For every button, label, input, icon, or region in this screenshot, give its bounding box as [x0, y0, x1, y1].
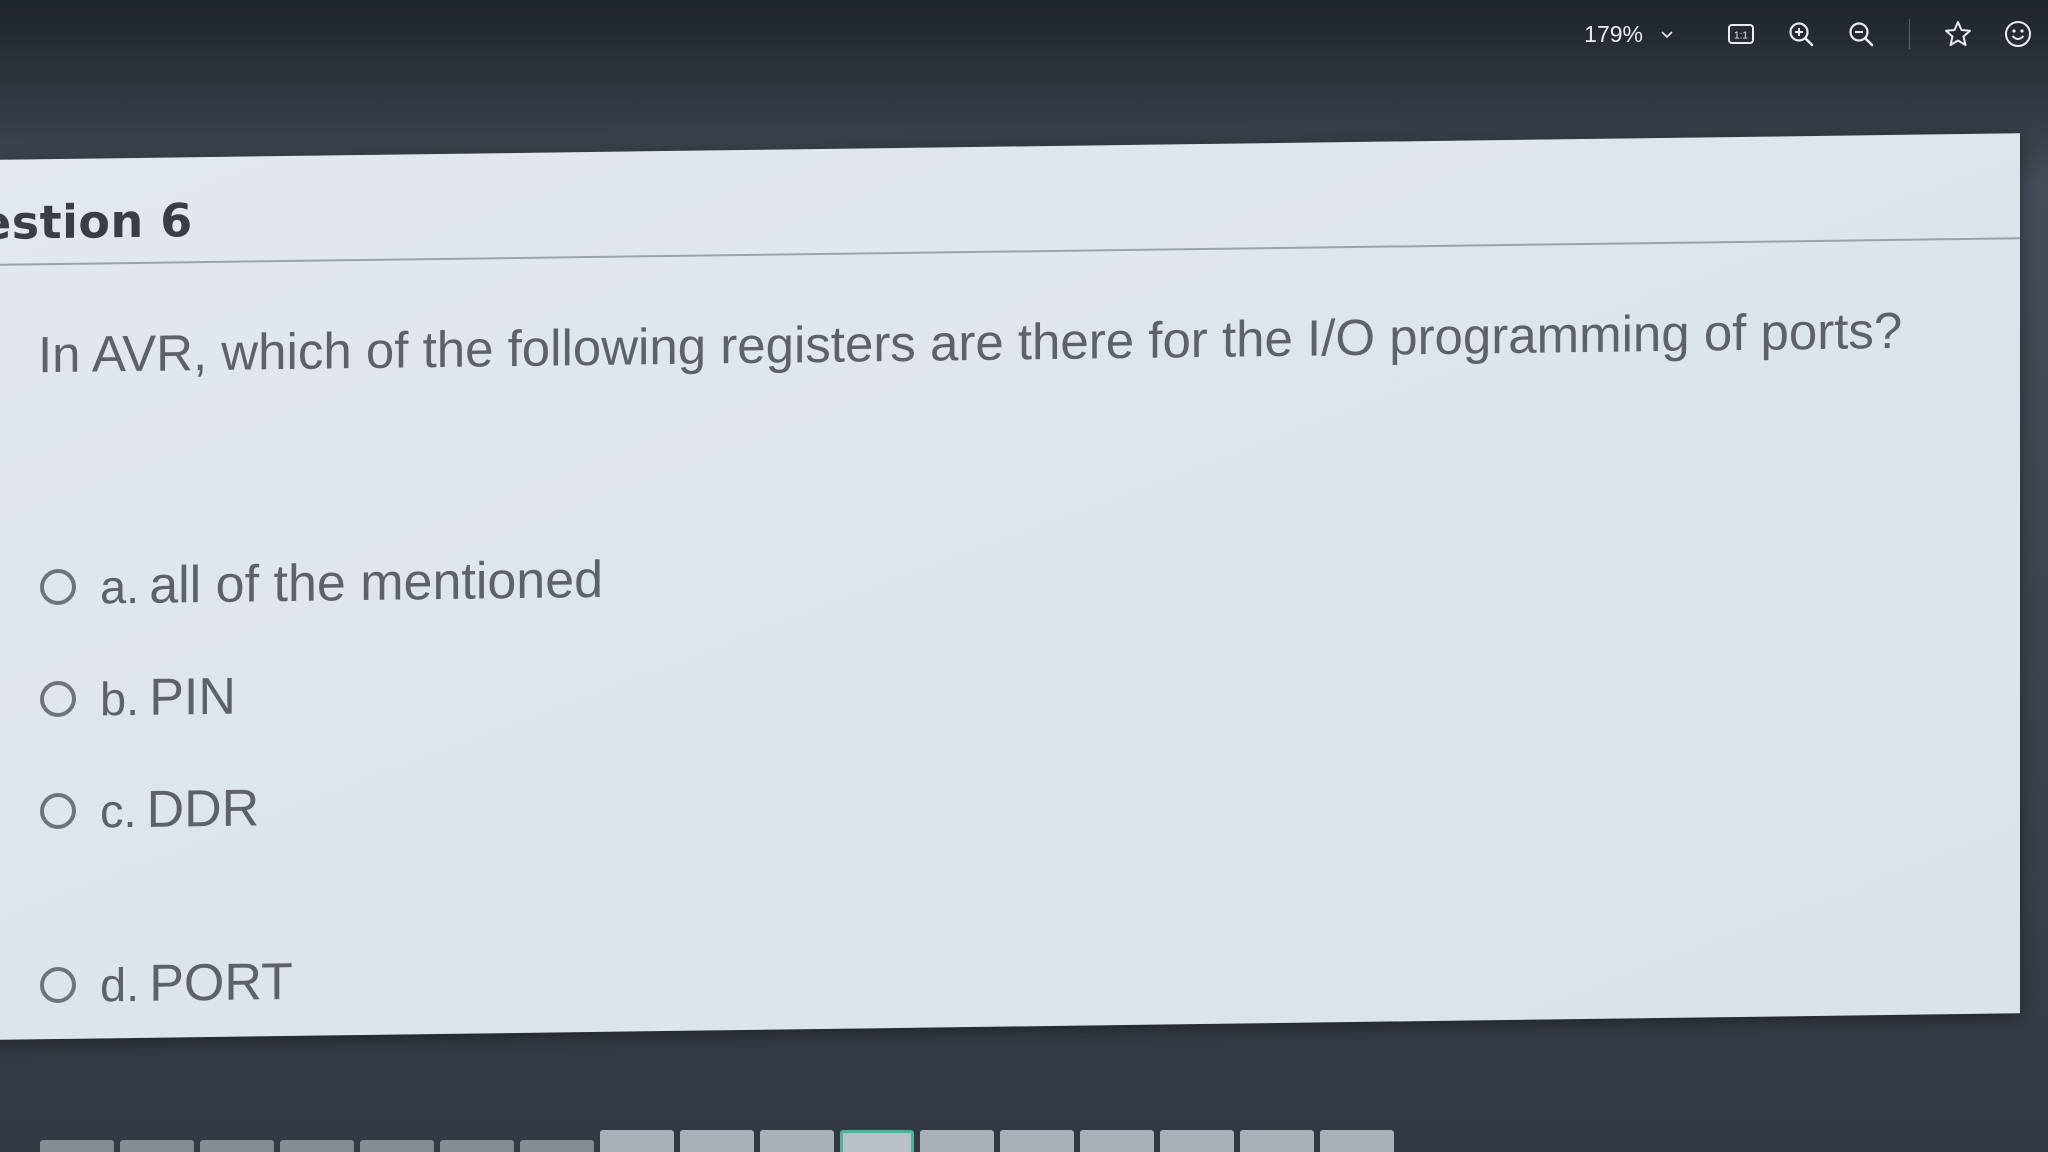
zoom-out-button[interactable]: [1839, 12, 1883, 56]
viewer-toolbar: 179% 1:1: [1584, 12, 2048, 56]
zoom-level-dropdown[interactable]: 179%: [1584, 21, 1673, 48]
zoom-in-icon: [1789, 22, 1814, 47]
option-label: DDR: [146, 779, 260, 839]
smiley-icon: [2005, 21, 2031, 47]
screen: 179% 1:1 estion 6 In AVR, which of the f…: [0, 0, 2048, 1152]
chevron-down-icon: [1661, 31, 1673, 39]
question-text: In AVR, which of the following registers…: [38, 301, 1903, 384]
page-thumbnail[interactable]: [440, 1140, 514, 1152]
page-thumbnail[interactable]: [600, 1130, 674, 1152]
question-title: estion 6: [0, 193, 193, 250]
zoom-level-value: 179%: [1584, 20, 1643, 47]
actual-size-icon: 1:1: [1728, 24, 1754, 44]
radio-button[interactable]: [40, 680, 76, 718]
page-thumbnail[interactable]: [920, 1130, 994, 1152]
option-label: PIN: [149, 667, 236, 727]
radio-button[interactable]: [40, 966, 76, 1004]
star-icon: [1945, 21, 1971, 46]
zoom-out-icon: [1849, 22, 1874, 47]
feedback-button[interactable]: [1996, 12, 2040, 56]
title-divider: [0, 237, 2020, 266]
zoom-in-button[interactable]: [1779, 12, 1823, 56]
document-page: estion 6 In AVR, which of the following …: [0, 133, 2020, 1041]
toolbar-divider: [1909, 19, 1910, 49]
option-b[interactable]: b. PIN: [40, 667, 236, 730]
option-a[interactable]: a. all of the mentioned: [40, 550, 603, 617]
option-label: all of the mentioned: [149, 550, 604, 615]
answer-options: a. all of the mentioned b. PIN c. DDR d.…: [40, 147, 940, 1013]
option-letter: b.: [100, 671, 140, 725]
page-thumbnail-strip: [0, 1128, 2048, 1152]
page-thumbnail[interactable]: [1160, 1130, 1234, 1152]
radio-button[interactable]: [40, 568, 76, 606]
option-label: PORT: [149, 952, 293, 1013]
page-thumbnail[interactable]: [200, 1140, 274, 1152]
option-letter: a.: [100, 559, 140, 613]
page-thumbnail[interactable]: [760, 1130, 834, 1152]
option-letter: c.: [100, 783, 137, 837]
page-thumbnail[interactable]: [1000, 1130, 1074, 1152]
page-thumbnail[interactable]: [120, 1140, 194, 1152]
page-thumbnail[interactable]: [1320, 1130, 1394, 1152]
page-thumbnail-current[interactable]: [840, 1130, 914, 1152]
favorite-button[interactable]: [1936, 12, 1980, 56]
page-thumbnail[interactable]: [1240, 1130, 1314, 1152]
option-letter: d.: [100, 957, 140, 1011]
actual-size-button[interactable]: 1:1: [1719, 12, 1763, 56]
page-thumbnail[interactable]: [280, 1140, 354, 1152]
page-thumbnail[interactable]: [520, 1140, 594, 1152]
actual-size-label: 1:1: [1734, 31, 1748, 42]
page-thumbnail[interactable]: [360, 1140, 434, 1152]
page-thumbnail[interactable]: [1080, 1130, 1154, 1152]
option-d[interactable]: d. PORT: [40, 952, 293, 1015]
radio-button[interactable]: [40, 792, 76, 830]
page-thumbnail[interactable]: [680, 1130, 754, 1152]
option-c[interactable]: c. DDR: [40, 778, 259, 841]
page-thumbnail[interactable]: [40, 1140, 114, 1152]
